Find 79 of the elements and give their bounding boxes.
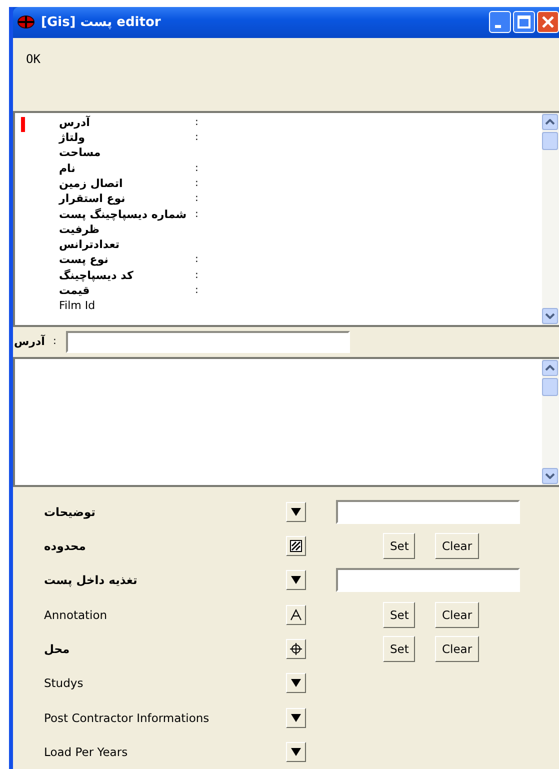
field-button[interactable] — [286, 570, 306, 590]
attribute-label[interactable]: مساحت — [59, 145, 195, 160]
scroll-down-button[interactable] — [542, 468, 558, 484]
field-button[interactable] — [286, 742, 306, 762]
scroll-thumb[interactable] — [542, 132, 558, 150]
minimize-button[interactable] — [489, 11, 511, 34]
maximize-icon — [517, 15, 531, 30]
minimize-icon — [495, 24, 501, 28]
separator: : — [195, 192, 198, 206]
field-label: محدوده — [43, 539, 87, 554]
crosshair-icon — [290, 642, 302, 655]
attribute-label[interactable]: Film Id — [59, 298, 195, 314]
scroll-thumb[interactable] — [542, 378, 558, 396]
clear-button[interactable]: Clear — [435, 636, 480, 662]
window-title: [Gis] پست editor — [41, 14, 161, 30]
separator: : — [195, 253, 198, 268]
dropdown-arrow-icon — [291, 748, 301, 756]
field-label: Post Contractor Informations — [43, 710, 210, 725]
scroll-up-button[interactable] — [542, 360, 558, 376]
separator: : — [195, 268, 198, 283]
app-icon — [17, 15, 35, 30]
attribute-label[interactable]: شماره دیسپاچینگ پست — [59, 206, 195, 222]
attribute-label[interactable]: قیمت — [59, 283, 195, 298]
attribute-label[interactable]: ولتاژ — [59, 130, 195, 146]
dropdown-arrow-icon — [291, 576, 301, 584]
close-icon — [541, 15, 555, 30]
attribute-label[interactable]: اتصال زمین — [59, 176, 195, 191]
set-button[interactable]: Set — [383, 602, 415, 628]
separator: : — [195, 208, 198, 222]
down-icon — [545, 472, 555, 479]
separator: : — [195, 116, 198, 130]
separator: : — [195, 162, 198, 176]
attribute-label[interactable]: نوع پست — [59, 252, 195, 268]
field-button[interactable] — [286, 673, 306, 694]
letter-icon — [290, 608, 302, 621]
separator: : — [195, 131, 198, 146]
text-field[interactable] — [336, 500, 520, 524]
field-label: Load Per Years — [43, 744, 129, 759]
separator: : — [195, 176, 198, 191]
field-button[interactable] — [286, 502, 306, 522]
up-icon — [545, 118, 555, 125]
set-button[interactable]: Set — [383, 636, 415, 662]
text-field[interactable] — [336, 568, 520, 592]
menu-item[interactable]: OK — [26, 52, 40, 66]
attribute-label[interactable]: کد دیسپاچینگ — [59, 268, 195, 283]
clear-button[interactable]: Clear — [435, 602, 480, 628]
set-button[interactable]: Set — [383, 533, 415, 560]
field-button[interactable] — [286, 638, 306, 659]
field-label: Annotation — [43, 608, 108, 622]
field-button[interactable] — [286, 604, 306, 625]
attribute-label[interactable]: آدرس — [59, 114, 195, 130]
down-icon — [545, 312, 555, 319]
text-area[interactable] — [13, 356, 559, 487]
attribute-label[interactable]: ظرفیت — [59, 222, 195, 237]
field-button[interactable] — [286, 708, 306, 728]
scroll-down-button[interactable] — [542, 308, 558, 324]
field-label: محل — [43, 642, 71, 656]
field-label: توضیحات — [43, 504, 96, 519]
dropdown-arrow-icon — [291, 679, 301, 688]
maximize-button[interactable] — [513, 11, 535, 34]
field-label: آدرس — [14, 335, 45, 348]
scroll-up-button[interactable] — [542, 114, 558, 130]
dropdown-arrow-icon — [291, 508, 301, 516]
clear-button[interactable]: Clear — [435, 533, 480, 560]
scrollbar[interactable] — [542, 112, 559, 325]
field-label: تغذیه داخل پست — [43, 573, 138, 588]
scrollbar[interactable] — [542, 358, 559, 485]
close-button[interactable] — [537, 11, 559, 34]
attribute-label[interactable]: نام — [59, 160, 195, 176]
field-label: Studys — [43, 676, 84, 690]
value-field[interactable] — [66, 330, 350, 353]
hatched-square-icon — [290, 540, 302, 552]
attribute-label[interactable]: نوع استقرار — [59, 191, 195, 206]
separator: : — [195, 284, 198, 298]
dropdown-arrow-icon — [291, 714, 301, 722]
separator: : — [52, 336, 56, 348]
field-button[interactable] — [286, 536, 306, 556]
up-icon — [545, 364, 555, 371]
attribute-label[interactable]: تعدادترانس — [59, 237, 195, 252]
